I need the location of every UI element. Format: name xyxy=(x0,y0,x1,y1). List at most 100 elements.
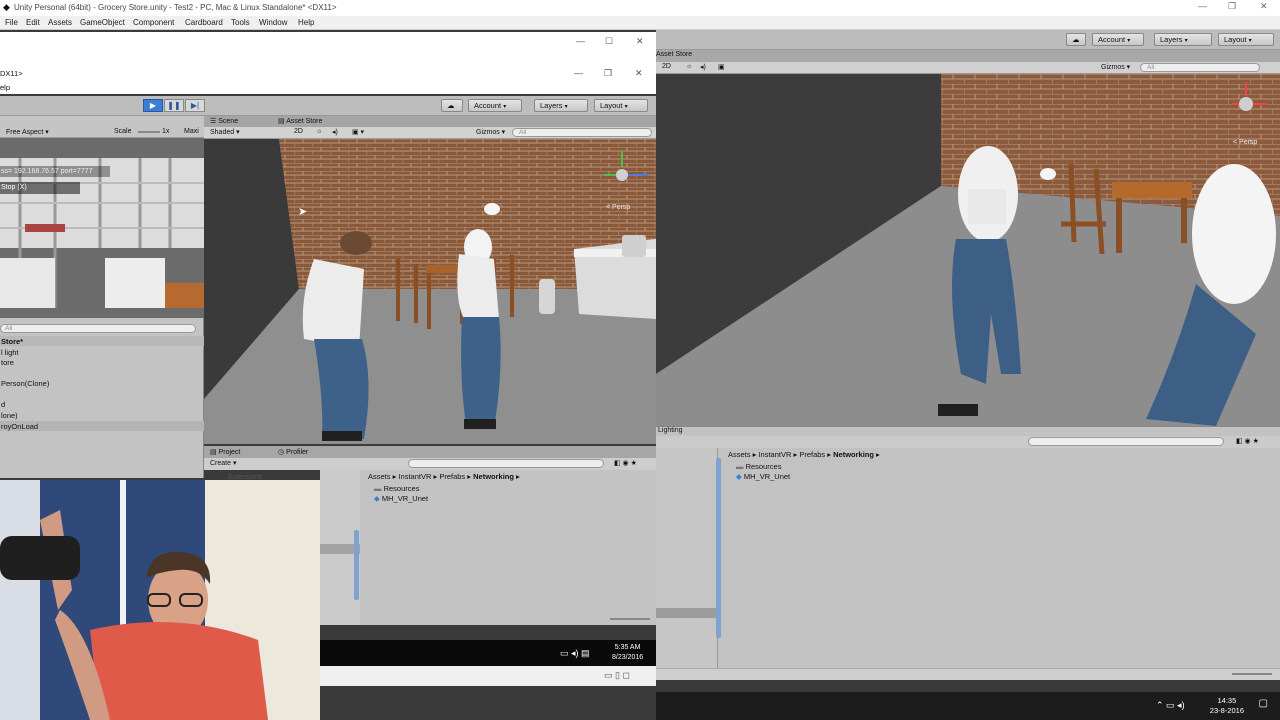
crumb-instantvr[interactable]: InstantVR xyxy=(758,450,791,459)
tab-scene[interactable]: ☰ Scene xyxy=(210,117,238,125)
step-button[interactable]: ▶| xyxy=(185,99,205,112)
list-item[interactable]: ◆ MH_VR_Unet xyxy=(736,472,790,481)
icon-size-slider[interactable] xyxy=(1232,673,1272,675)
inner-close-icon[interactable]: ✕ xyxy=(636,36,644,47)
layout-dropdown[interactable]: Layout ▾ xyxy=(1218,33,1274,46)
filter-icon[interactable]: ◧ ◉ ★ xyxy=(1236,437,1259,445)
list-item[interactable]: ▬ Resources xyxy=(736,462,781,471)
menu-cardboard[interactable]: Cardboard xyxy=(185,18,223,27)
menu-tools[interactable]: Tools xyxy=(231,18,250,27)
aspect-dropdown[interactable]: Free Aspect ▾ xyxy=(6,128,49,136)
inner-layout-dropdown[interactable]: Layout ▾ xyxy=(594,99,648,112)
inner-layers-dropdown[interactable]: Layers ▾ xyxy=(534,99,588,112)
maximize-on-play-toggle[interactable]: Maxi xyxy=(184,128,199,135)
crumb-assets[interactable]: Assets xyxy=(728,450,751,459)
list-item[interactable]: ◆ MH_VR_Unet xyxy=(374,494,428,503)
menu-edit[interactable]: Edit xyxy=(26,18,40,27)
scale-slider[interactable] xyxy=(138,131,160,133)
inner-cloud-icon[interactable]: ☁ xyxy=(441,99,463,112)
project-search-input[interactable] xyxy=(408,459,604,468)
list-item[interactable]: ▬ Resources xyxy=(374,484,419,493)
project-scrollbar[interactable] xyxy=(716,458,721,638)
stop-host-button[interactable]: Stop (X) xyxy=(1,184,27,191)
tray-icons[interactable]: ▭ ◂) ▤ xyxy=(560,648,590,659)
inner-menu-help[interactable]: elp xyxy=(0,83,10,92)
effects-icon[interactable]: ▣ ▾ xyxy=(352,128,364,136)
hierarchy-item[interactable]: royOnLoad xyxy=(1,422,38,431)
inner-maximize-icon[interactable]: ☐ xyxy=(605,36,613,47)
tab-lighting[interactable]: Lighting xyxy=(658,427,683,434)
prefab-icon: ◆ xyxy=(736,472,742,481)
tree-selection-row[interactable] xyxy=(656,608,716,618)
notification-icon[interactable]: ▢ xyxy=(1259,698,1268,709)
inner2-maximize-icon[interactable]: ❐ xyxy=(604,68,612,79)
scene-search-input[interactable]: All xyxy=(1140,63,1260,72)
crumb-prefabs[interactable]: Prefabs xyxy=(799,450,825,459)
taskbar-clock[interactable]: 14:35 23-8-2016 xyxy=(1210,696,1244,716)
tab-asset-store[interactable]: ▤ Asset Store xyxy=(278,117,322,125)
audio-icon[interactable]: ◂) xyxy=(332,128,338,136)
right-project-footer xyxy=(656,668,1280,680)
mode-2d-toggle[interactable]: 2D xyxy=(662,63,671,70)
icon-size-slider[interactable] xyxy=(610,618,650,620)
unity-logo-icon: ◆ xyxy=(3,2,10,12)
tray-icons[interactable]: ⌃ ▭ ◂) xyxy=(1156,700,1185,711)
crumb-networking[interactable]: Networking xyxy=(833,450,874,459)
hierarchy-item[interactable]: l light xyxy=(1,348,19,357)
hierarchy-item[interactable]: lone) xyxy=(1,411,18,420)
minimize-icon[interactable]: — xyxy=(1198,1,1207,11)
lighting-icon[interactable]: ☼ xyxy=(686,63,692,70)
inner-taskbar-clock[interactable]: 5:35 AM 8/23/2016 xyxy=(612,643,643,663)
menu-file[interactable]: File xyxy=(5,18,18,27)
game-view[interactable]: ss= 192.168.76.57 port=7777 Stop (X) xyxy=(0,138,204,318)
menu-gameobject[interactable]: GameObject xyxy=(80,18,125,27)
hierarchy-item[interactable]: Person(Clone) xyxy=(1,379,49,388)
crumb-prefabs[interactable]: Prefabs xyxy=(439,472,465,481)
crumb-instantvr[interactable]: InstantVR xyxy=(398,472,431,481)
scene-view[interactable]: < Persp ➤ xyxy=(204,139,656,444)
crumb-networking[interactable]: Networking xyxy=(473,472,514,481)
tab-profiler[interactable]: ◷ Profiler xyxy=(278,448,308,456)
audio-icon[interactable]: ◂) xyxy=(700,63,706,71)
inner2-close-icon[interactable]: ✕ xyxy=(635,68,643,79)
inner-account-dropdown[interactable]: Account ▾ xyxy=(468,99,522,112)
inner-minimize-icon[interactable]: — xyxy=(576,36,585,46)
mode-2d-toggle[interactable]: 2D xyxy=(294,128,303,135)
shading-dropdown[interactable]: Shaded ▾ xyxy=(210,128,240,136)
folder-icon: ▬ xyxy=(736,462,744,471)
right-scene-view[interactable]: < Persp xyxy=(656,74,1280,426)
project-search-input[interactable] xyxy=(1028,437,1224,446)
right-project-panel: Assets ▸ InstantVR ▸ Prefabs ▸ Networkin… xyxy=(716,448,1280,680)
filter-icon[interactable]: ◧ ◉ ★ xyxy=(614,459,637,467)
webcam-overlay xyxy=(0,480,320,720)
inner-editor-titlebar: DX11> elp — ❐ ✕ xyxy=(0,54,656,94)
crumb-assets[interactable]: Assets xyxy=(368,472,391,481)
tab-asset-store[interactable]: Asset Store xyxy=(656,51,692,58)
tree-scrollbar[interactable] xyxy=(354,530,359,600)
hierarchy-scene-name[interactable]: Store* xyxy=(1,337,23,346)
effects-icon[interactable]: ▣ xyxy=(718,63,725,71)
gizmos-dropdown[interactable]: Gizmos ▾ xyxy=(476,128,505,136)
hierarchy-item[interactable]: tore xyxy=(1,358,14,367)
menu-help[interactable]: Help xyxy=(298,18,314,27)
project-breadcrumb: Assets ▸ InstantVR ▸ Prefabs ▸ Networkin… xyxy=(368,472,520,481)
create-dropdown[interactable]: Create ▾ xyxy=(210,459,236,467)
menu-assets[interactable]: Assets xyxy=(48,18,72,27)
hierarchy-item[interactable]: d xyxy=(1,400,5,409)
menu-window[interactable]: Window xyxy=(259,18,287,27)
maximize-icon[interactable]: ❐ xyxy=(1228,1,1236,12)
lighting-icon[interactable]: ☼ xyxy=(316,128,322,135)
account-dropdown[interactable]: Account ▾ xyxy=(1092,33,1144,46)
pause-button[interactable]: ❚❚ xyxy=(164,99,184,112)
tab-project[interactable]: ▤ Project xyxy=(210,448,240,456)
inner2-minimize-icon[interactable]: — xyxy=(574,68,583,78)
menu-component[interactable]: Component xyxy=(133,18,174,27)
scene-search-input[interactable]: All xyxy=(512,128,652,137)
close-icon[interactable]: ✕ xyxy=(1260,1,1268,12)
gizmos-dropdown[interactable]: Gizmos ▾ xyxy=(1101,63,1130,71)
cloud-icon[interactable]: ☁ xyxy=(1066,33,1086,46)
tray-small-icons[interactable]: ▭ ▯ ◻ xyxy=(604,670,630,681)
hierarchy-search-input[interactable]: All xyxy=(0,324,196,333)
layers-dropdown[interactable]: Layers ▾ xyxy=(1154,33,1212,46)
play-button[interactable]: ▶ xyxy=(143,99,163,112)
